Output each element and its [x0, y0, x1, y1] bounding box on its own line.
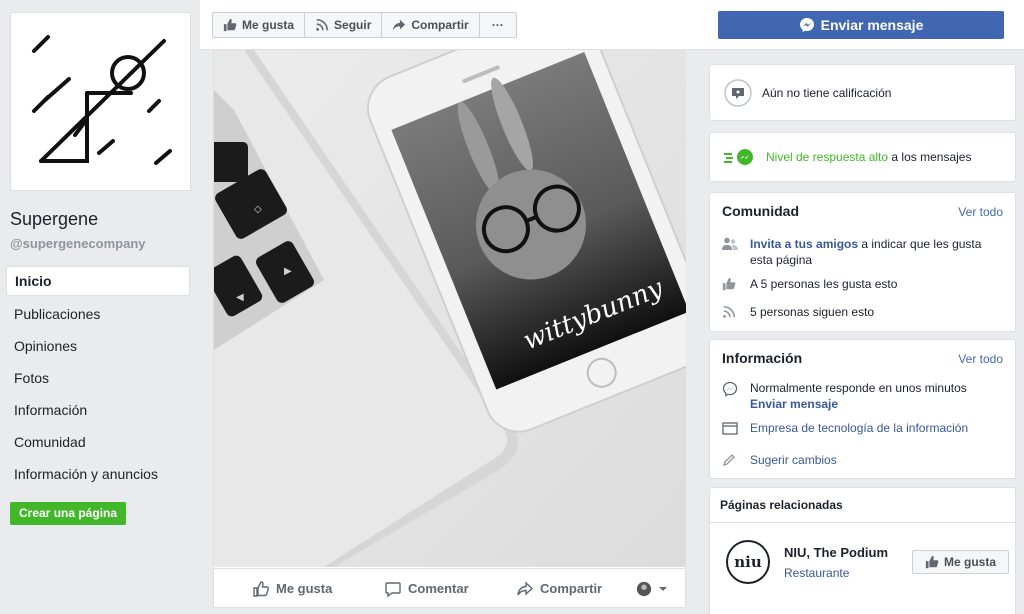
post-like-label: Me gusta [276, 581, 333, 596]
response-time-row: Normalmente responde en unos minutos Envi… [722, 380, 1007, 412]
info-see-all-link[interactable]: Ver todo [958, 352, 1003, 366]
community-card: Comunidad Ver todo Invita a tus amigos a… [709, 192, 1016, 332]
category-folder-icon [722, 420, 750, 435]
thumbs-up-icon [223, 18, 237, 32]
post-share-label: Compartir [540, 581, 603, 596]
thumbs-up-icon [925, 555, 939, 569]
post-share-button[interactable]: Compartir [516, 580, 602, 598]
response-card: Nivel de respuesta alto a los mensajes [709, 132, 1016, 182]
sidebar-item-publicaciones[interactable]: Publicaciones [6, 298, 190, 330]
page-avatar-icon [636, 581, 652, 596]
share-page-button[interactable]: Compartir [381, 12, 480, 38]
community-likes-text: A 5 personas les gusta esto [750, 277, 898, 291]
supergene-logo-icon [32, 35, 172, 165]
info-card: Información Ver todo Normalmente respond… [709, 339, 1016, 479]
niu-logo-text: niu [734, 553, 762, 571]
action-buttons: Me gusta Seguir Compartir ··· [212, 12, 517, 38]
send-message-label: Enviar mensaje [820, 17, 924, 33]
page-action-bar: Me gusta Seguir Compartir ··· Enviar men… [200, 0, 1024, 50]
community-title: Comunidad [722, 203, 799, 219]
related-like-label: Me gusta [944, 555, 997, 569]
rss-icon [316, 18, 329, 31]
community-likes-row: A 5 personas les gusta esto [722, 276, 897, 292]
page-handle: @supergenecompany [10, 236, 146, 251]
post-photo[interactable]: ◇ ◀ ▶ wittybunny [214, 50, 686, 567]
more-options-label: ··· [491, 18, 504, 32]
community-follows-text: 5 personas siguen esto [750, 305, 875, 319]
rating-card: Aún no tiene calificación [709, 64, 1016, 121]
pencil-icon [722, 452, 750, 467]
svg-text:◇: ◇ [254, 204, 262, 215]
post-action-row: Me gusta Comentar Compartir [214, 568, 686, 608]
community-see-all-link[interactable]: Ver todo [958, 205, 1003, 219]
more-options-button[interactable]: ··· [478, 12, 517, 38]
response-time-text: Normalmente responde en unos minutos [750, 381, 967, 395]
sidebar-item-informacion-anuncios[interactable]: Información y anuncios [6, 458, 190, 490]
invite-friends-link[interactable]: Invita a tus amigos [750, 237, 858, 251]
related-pages-card: Páginas relacionadas niu NIU, The Podium… [709, 487, 1016, 614]
rating-text: Aún no tiene calificación [762, 86, 892, 100]
response-rest: a los mensajes [888, 150, 972, 164]
laptop-phone-photo: ◇◀▶ wittybunny [214, 50, 686, 567]
like-page-label: Me gusta [242, 18, 295, 32]
response-highlight: Nivel de respuesta alto [766, 150, 889, 164]
invite-friends-row: Invita a tus amigos a indicar que les gu… [722, 236, 1007, 268]
sidebar-item-comunidad[interactable]: Comunidad [6, 426, 190, 458]
messenger-speed-icon [724, 149, 753, 165]
profile-logo[interactable] [10, 12, 191, 191]
featured-post: ◇ ◀ ▶ wittybunny Me gusta Comentar Compa… [213, 50, 686, 608]
category-row: Empresa de tecnología de la información [722, 420, 968, 436]
messenger-outline-icon [722, 380, 750, 397]
related-pages-title: Páginas relacionadas [720, 498, 843, 512]
thumbs-up-small-icon [722, 276, 750, 291]
response-row: Nivel de respuesta alto a los mensajes [724, 149, 971, 165]
like-page-button[interactable]: Me gusta [212, 12, 306, 38]
left-sidebar: Supergene @supergenecompany Inicio Publi… [0, 0, 200, 614]
community-follows-row: 5 personas siguen esto [722, 304, 874, 320]
follow-label: Seguir [334, 18, 372, 32]
related-page-name[interactable]: NIU, The Podium [784, 545, 888, 560]
comment-label: Comentar [408, 581, 469, 596]
svg-text:▶: ▶ [284, 266, 292, 277]
comment-icon [385, 581, 401, 597]
share-arrow-icon [393, 19, 406, 31]
post-as-selector[interactable] [636, 581, 668, 597]
sidebar-item-fotos[interactable]: Fotos [6, 362, 190, 394]
related-divider [710, 522, 1015, 523]
share-outline-icon [517, 580, 534, 596]
thumbs-up-outline-icon [253, 580, 269, 597]
page-name: Supergene [10, 209, 99, 229]
rating-row: Aún no tiene calificación [724, 79, 891, 107]
rss-small-icon [722, 304, 750, 319]
info-title: Información [722, 350, 803, 366]
messenger-icon [799, 18, 814, 32]
category-link[interactable]: Empresa de tecnología de la información [750, 420, 968, 436]
related-like-button[interactable]: Me gusta [912, 550, 1010, 574]
suggest-edits-link[interactable]: Sugerir cambios [750, 452, 837, 468]
follow-button[interactable]: Seguir [304, 12, 383, 38]
create-page-button[interactable]: Crear una página [10, 502, 127, 525]
rating-icon [724, 79, 752, 107]
suggest-edits-row: Sugerir cambios [722, 452, 837, 468]
sidebar-nav: Inicio Publicaciones Opiniones Fotos Inf… [6, 266, 190, 490]
related-page-category[interactable]: Restaurante [784, 566, 849, 580]
invite-friends-icon [722, 236, 750, 251]
send-message-button[interactable]: Enviar mensaje [718, 11, 1004, 39]
info-send-message-link[interactable]: Enviar mensaje [750, 397, 838, 411]
comment-button[interactable]: Comentar [384, 580, 469, 598]
sidebar-item-informacion[interactable]: Información [6, 394, 190, 426]
chevron-down-icon [659, 586, 667, 591]
share-page-label: Compartir [411, 18, 469, 32]
sidebar-item-opiniones[interactable]: Opiniones [6, 330, 190, 362]
svg-text:◀: ◀ [236, 292, 244, 303]
post-like-button[interactable]: Me gusta [252, 580, 332, 598]
niu-logo[interactable]: niu [726, 540, 770, 584]
sidebar-item-inicio[interactable]: Inicio [6, 266, 190, 296]
